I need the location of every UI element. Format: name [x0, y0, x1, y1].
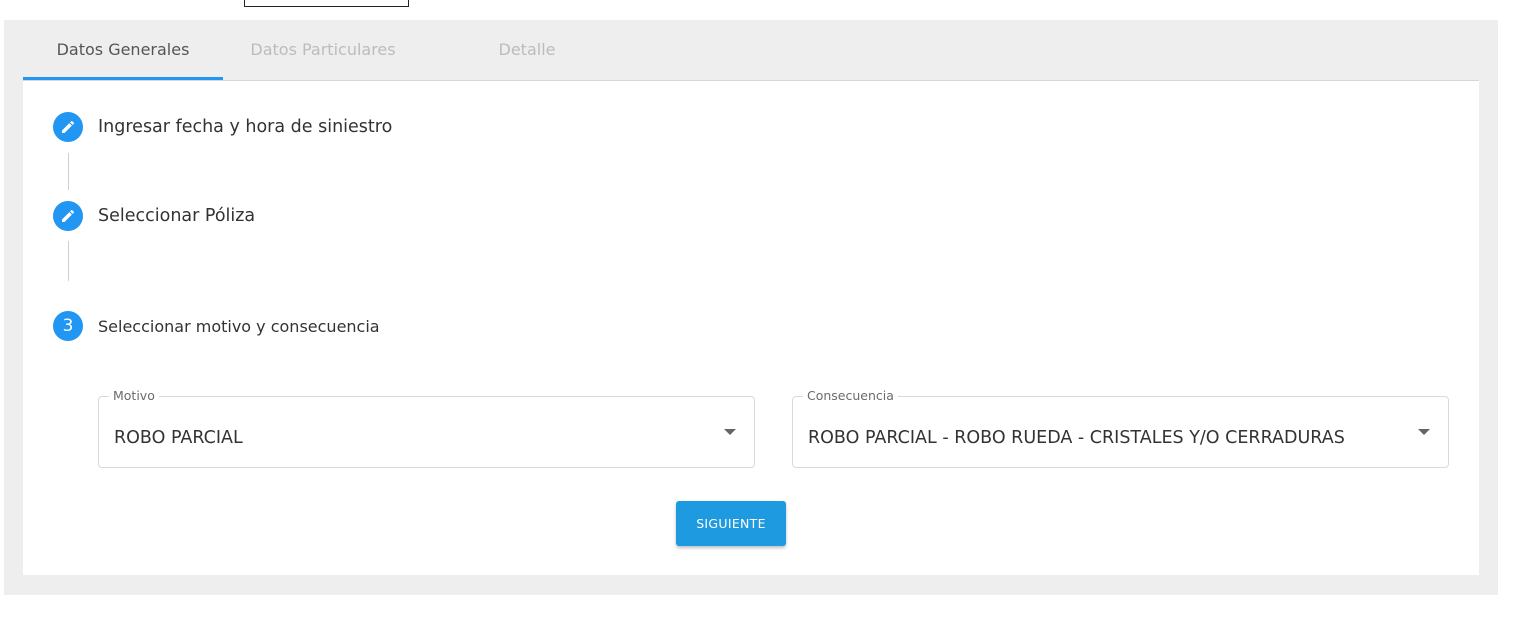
tab-bar: Datos Generales Datos Particulares Detal…: [23, 20, 1479, 81]
motivo-select[interactable]: Motivo ROBO PARCIAL: [98, 388, 755, 468]
consecuencia-value: ROBO PARCIAL - ROBO RUEDA - CRISTALES Y/…: [808, 428, 1345, 448]
stepper-panel: Ingresar fecha y hora de siniestro Selec…: [23, 81, 1479, 575]
step-connector: [68, 241, 69, 281]
chevron-down-icon: [724, 429, 736, 435]
step-connector: [68, 153, 69, 190]
step-3[interactable]: 3 Seleccionar motivo y consecuencia: [53, 310, 380, 342]
step-3-number: 3: [53, 311, 83, 341]
step-3-label: Seleccionar motivo y consecuencia: [98, 316, 380, 336]
step-1[interactable]: Ingresar fecha y hora de siniestro: [53, 111, 392, 143]
siguiente-button[interactable]: SIGUIENTE: [676, 501, 786, 546]
tab-detalle[interactable]: Detalle: [427, 20, 627, 80]
consecuencia-select[interactable]: Consecuencia ROBO PARCIAL - ROBO RUEDA -…: [792, 388, 1449, 468]
pencil-icon: [53, 201, 83, 231]
top-outlined-box: [244, 0, 409, 7]
step-1-label: Ingresar fecha y hora de siniestro: [98, 117, 393, 137]
tab-datos-particulares[interactable]: Datos Particulares: [223, 20, 423, 80]
step-2[interactable]: Seleccionar Póliza: [53, 200, 255, 232]
motivo-value: ROBO PARCIAL: [114, 428, 243, 448]
tab-datos-generales[interactable]: Datos Generales: [23, 20, 223, 80]
pencil-icon: [53, 112, 83, 142]
step-2-label: Seleccionar Póliza: [98, 206, 256, 226]
claim-wizard-container: Datos Generales Datos Particulares Detal…: [4, 20, 1498, 595]
motivo-label: Motivo: [109, 388, 159, 403]
consecuencia-label: Consecuencia: [803, 388, 898, 403]
chevron-down-icon: [1418, 429, 1430, 435]
